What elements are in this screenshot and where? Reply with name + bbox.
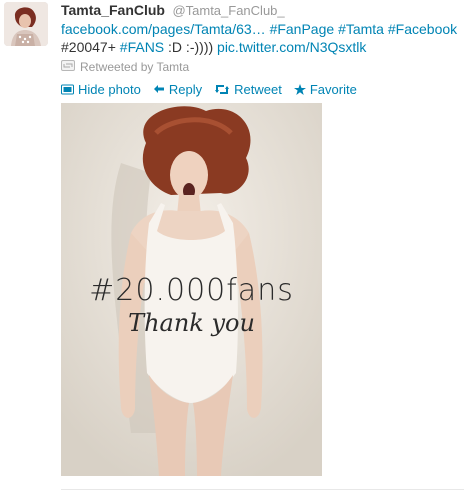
retweeted-by-text[interactable]: Retweeted by Tamta — [80, 59, 189, 75]
hashtag-fanpage[interactable]: #FanPage — [270, 21, 335, 37]
tweet-emoticon-text: :D :-)))) — [168, 39, 214, 55]
avatar[interactable] — [4, 2, 48, 46]
tweet-count-text: #20047+ — [61, 39, 116, 55]
tweet-text-line-2: #20047+ #FANS :D :-)))) pic.twitter.com/… — [61, 38, 460, 56]
photo-hashtag-overlay: #20.000fans — [89, 273, 294, 308]
avatar-photo — [4, 2, 48, 46]
facebook-link[interactable]: facebook.com/pages/Tamta/63… — [61, 21, 266, 37]
retweet-small-icon — [61, 59, 75, 75]
tweet-text-line-1: facebook.com/pages/Tamta/63… #FanPage #T… — [61, 20, 460, 38]
hashtag-fans[interactable]: #FANS — [120, 39, 164, 55]
tweet-header: Tamta_FanClub @Tamta_FanClub_ — [61, 0, 460, 20]
tweet-text: facebook.com/pages/Tamta/63… #FanPage #T… — [61, 20, 460, 56]
tweet-photo[interactable]: #20.000fans Thank you — [61, 103, 322, 476]
reply-arrow-icon — [153, 84, 164, 93]
retweeted-by: Retweeted by Tamta — [61, 59, 460, 75]
tweet-fullname[interactable]: Tamta_FanClub — [61, 2, 165, 18]
pic-twitter-link[interactable]: pic.twitter.com/N3Qsxtlk — [217, 39, 366, 55]
reply-button[interactable]: Reply — [153, 82, 202, 97]
photo-thanks-overlay: Thank you — [128, 309, 255, 337]
reply-label: Reply — [168, 81, 203, 97]
hashtag-facebook[interactable]: #Facebook — [388, 21, 457, 37]
hide-photo-button[interactable]: Hide photo — [61, 82, 141, 97]
retweet-label: Retweet — [234, 81, 282, 97]
tweet-divider — [61, 489, 464, 490]
favorite-label: Favorite — [309, 81, 357, 97]
tweet-actions: Hide photo Reply Retweet Favorite — [61, 80, 460, 98]
retweet-button[interactable]: Retweet — [214, 82, 282, 97]
tweet: Tamta_FanClub @Tamta_FanClub_ facebook.c… — [61, 0, 460, 98]
tweet-username[interactable]: @Tamta_FanClub_ — [172, 3, 284, 18]
retweet-icon — [215, 84, 230, 94]
star-icon — [293, 83, 306, 95]
photo-icon — [61, 84, 74, 94]
hide-photo-label: Hide photo — [78, 81, 141, 97]
hashtag-tamta[interactable]: #Tamta — [338, 21, 384, 37]
favorite-button[interactable]: Favorite — [293, 81, 357, 97]
